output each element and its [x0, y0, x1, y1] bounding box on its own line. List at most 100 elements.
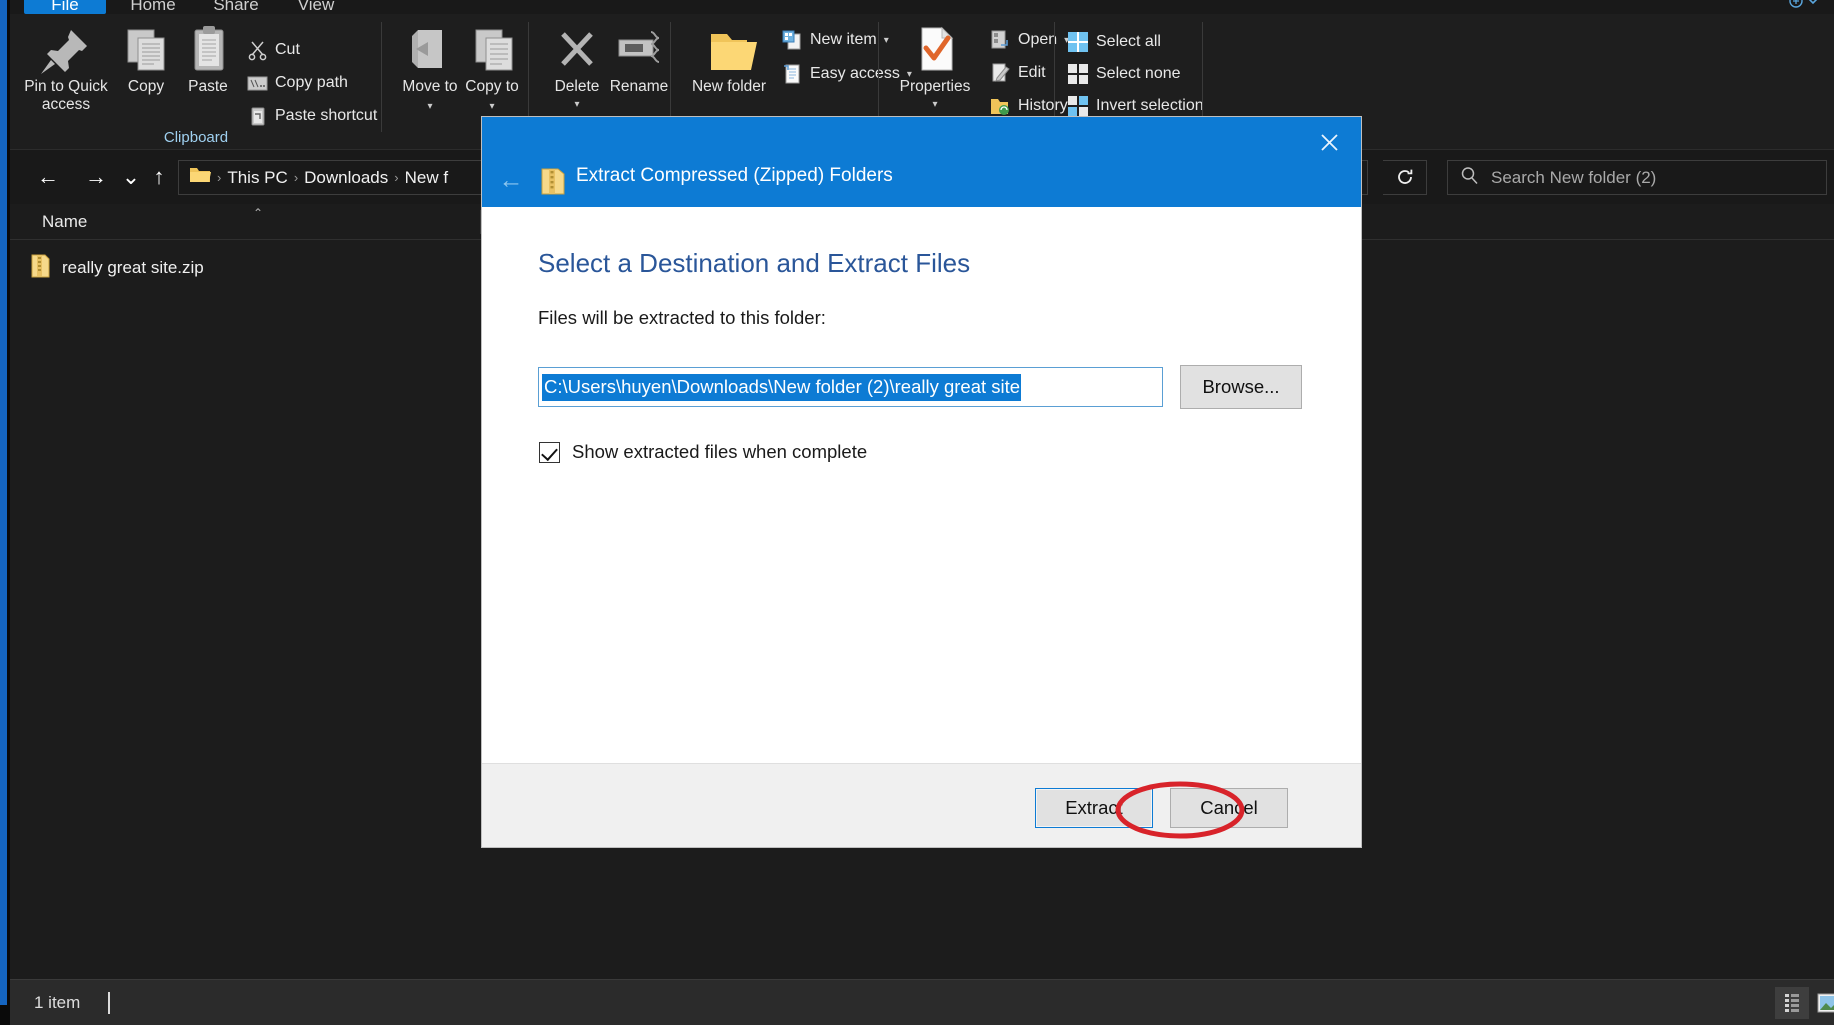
copy-to-icon [444, 24, 540, 78]
new-item-button[interactable]: New item ▾ [781, 26, 889, 54]
status-divider [108, 992, 110, 1014]
back-arrow-icon[interactable]: ← [494, 163, 528, 197]
cancel-label: Cancel [1200, 797, 1258, 818]
clipboard-group-label: Clipboard [163, 129, 229, 146]
search-input[interactable]: Search New folder (2) [1491, 168, 1656, 188]
search-icon [1460, 166, 1479, 190]
checkbox-box[interactable] [539, 441, 560, 463]
column-header-name[interactable]: Name [42, 212, 87, 232]
forward-button[interactable]: → [80, 162, 112, 192]
breadcrumb-new-folder[interactable]: New f [405, 168, 448, 188]
list-item[interactable]: really great site.zip [30, 252, 204, 284]
browse-button[interactable]: Browse... [1180, 365, 1302, 409]
easy-access-icon [781, 63, 803, 85]
edit-icon [989, 62, 1011, 84]
select-none-button[interactable]: Select none [1067, 60, 1181, 88]
breadcrumb-separator: › [293, 170, 299, 185]
extract-label: Extract [1065, 797, 1123, 818]
destination-folder-label: Files will be extracted to this folder: [538, 307, 826, 328]
paste-shortcut-label: Paste shortcut [275, 107, 378, 124]
chevron-down-icon[interactable]: ▾ [529, 96, 625, 114]
refresh-button[interactable] [1383, 160, 1427, 195]
group-separator [1202, 22, 1203, 132]
paste-button[interactable]: Paste [160, 16, 256, 96]
scissors-icon [246, 39, 268, 61]
open-label: Open [1018, 31, 1058, 48]
back-button[interactable]: ← [32, 162, 64, 192]
zip-folder-icon [540, 167, 566, 195]
breadcrumb-this-pc[interactable]: This PC [227, 168, 287, 188]
dialog-title: Extract Compressed (Zipped) Folders [576, 165, 893, 186]
properties-icon [887, 24, 983, 78]
dialog-heading: Select a Destination and Extract Files [538, 248, 971, 278]
new-folder-icon [681, 24, 777, 78]
checkbox-label: Show extracted files when complete [572, 441, 868, 462]
details-view-button[interactable] [1775, 987, 1809, 1019]
select-all-icon [1067, 31, 1089, 53]
dialog-footer: Extract Cancel [482, 763, 1361, 847]
breadcrumb-separator: › [394, 170, 399, 185]
sort-ascending-icon: ⌃ [253, 206, 264, 220]
large-icons-view-button[interactable] [1812, 987, 1834, 1019]
properties-label: Properties [899, 78, 971, 95]
edit-label: Edit [1018, 64, 1046, 81]
history-icon [989, 95, 1011, 117]
invert-selection-button[interactable]: Invert selection [1067, 92, 1204, 120]
up-button[interactable]: ↑ [143, 162, 175, 192]
search-box[interactable]: Search New folder (2) [1447, 160, 1827, 195]
dialog-body: Select a Destination and Extract Files F… [482, 207, 1361, 763]
ribbon-group-clipboard: Pin to Quick access Copy Paste Cut Copy … [10, 14, 382, 150]
file-name-label: really great site.zip [62, 258, 204, 277]
status-item-count: 1 item [34, 993, 81, 1012]
column-divider[interactable] [480, 210, 481, 234]
chevron-down-icon[interactable]: ▾ [887, 96, 983, 114]
tab-home[interactable]: Home [114, 0, 192, 14]
tab-file[interactable]: File [24, 0, 106, 14]
tab-view[interactable]: View [280, 0, 352, 14]
cancel-button[interactable]: Cancel [1170, 788, 1288, 828]
cut-button[interactable]: Cut [246, 36, 300, 64]
tab-share[interactable]: Share [196, 0, 276, 14]
screenshot-root: File Home Share View Pin to Quick access… [0, 0, 1834, 1025]
new-folder-button[interactable]: New folder [681, 16, 777, 96]
copy-to-label: Copy to [465, 78, 519, 95]
destination-path-input[interactable]: C:\Users\huyen\Downloads\New folder (2)\… [538, 367, 1163, 407]
new-folder-label: New folder [691, 78, 767, 95]
breadcrumb-downloads[interactable]: Downloads [304, 168, 388, 188]
paste-shortcut-icon [246, 105, 268, 127]
select-all-button[interactable]: Select all [1067, 28, 1161, 56]
ribbon-tab-strip: File Home Share View [10, 0, 1834, 14]
breadcrumb-separator: › [217, 170, 222, 185]
show-extracted-files-checkbox[interactable]: Show extracted files when complete [539, 441, 867, 463]
paste-shortcut-button[interactable]: Paste shortcut [246, 102, 377, 130]
extract-dialog: ← Extract Compressed (Zipped) Folders Se… [482, 117, 1361, 847]
properties-button[interactable]: Properties ▾ [887, 16, 983, 114]
status-bar: 1 item [10, 979, 1834, 1025]
select-none-label: Select none [1096, 65, 1181, 82]
paste-icon [160, 24, 256, 78]
chevron-down-icon[interactable]: ▾ [427, 101, 432, 112]
new-item-label: New item [810, 31, 877, 48]
ribbon-expand-icon[interactable] [1786, 0, 1820, 12]
browse-label: Browse... [1202, 376, 1280, 397]
select-all-label: Select all [1096, 33, 1161, 50]
copy-path-button[interactable]: Copy path [246, 69, 348, 97]
close-icon[interactable] [1307, 125, 1351, 163]
invert-selection-label: Invert selection [1096, 97, 1204, 114]
extract-button[interactable]: Extract [1035, 788, 1153, 828]
zip-file-icon [30, 254, 50, 283]
chevron-down-icon[interactable]: ▾ [489, 101, 494, 112]
folder-icon [189, 166, 211, 189]
paste-label: Paste [188, 78, 228, 95]
copy-path-label: Copy path [275, 74, 348, 91]
destination-path-value: C:\Users\huyen\Downloads\New folder (2)\… [542, 373, 1022, 401]
copy-to-button[interactable]: Copy to ▾ [444, 16, 540, 116]
dialog-title-bar: ← Extract Compressed (Zipped) Folders [482, 117, 1361, 207]
edit-button[interactable]: Edit [989, 59, 1046, 87]
new-item-icon [781, 29, 803, 51]
window-left-accent [0, 0, 7, 1005]
select-none-icon [1067, 63, 1089, 85]
open-icon [989, 29, 1011, 51]
cut-label: Cut [275, 41, 300, 58]
copy-path-icon [246, 72, 268, 94]
